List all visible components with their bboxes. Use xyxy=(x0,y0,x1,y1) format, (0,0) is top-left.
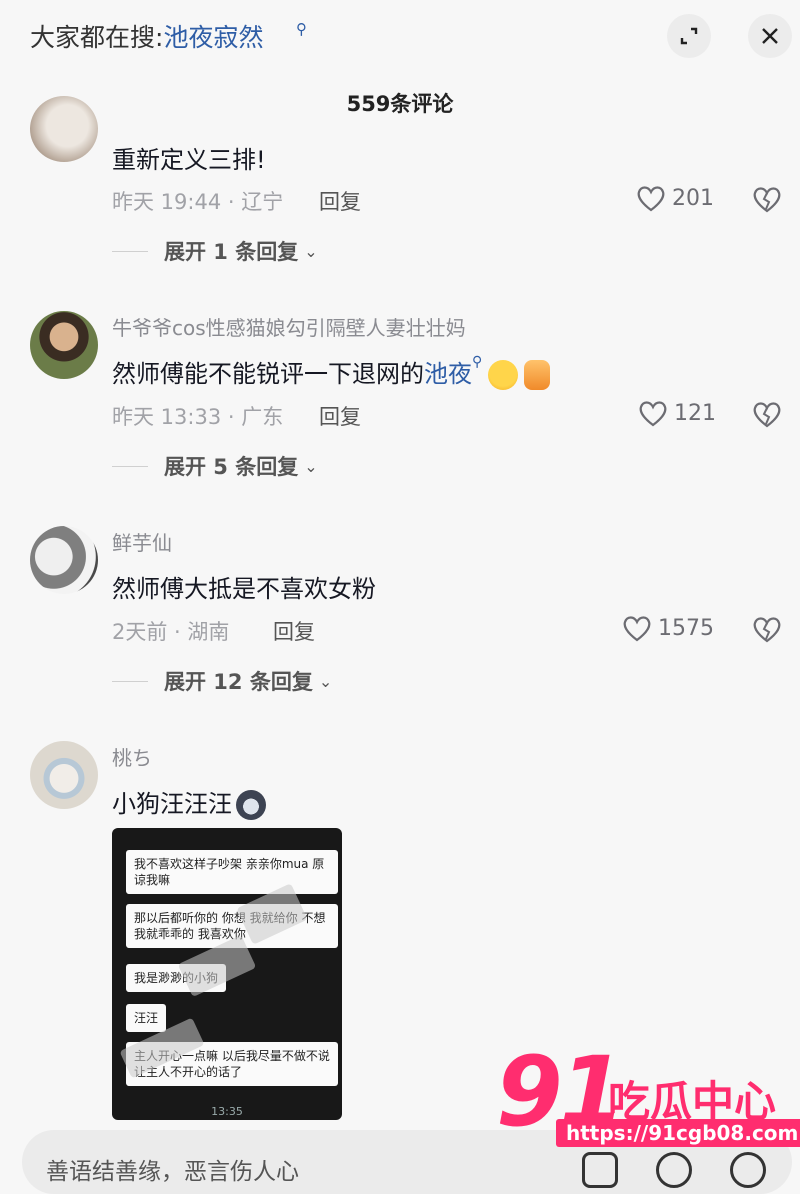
comment-text: 小狗汪汪汪 xyxy=(112,784,266,820)
like-count: 121 xyxy=(674,400,716,426)
comment-input[interactable]: 善语结善缘，恶言伤人心 xyxy=(46,1152,299,1186)
emoji-icon[interactable] xyxy=(730,1152,766,1188)
avatar[interactable] xyxy=(30,96,98,162)
like-count: 201 xyxy=(672,185,714,211)
trending-search-label: 大家都在搜: xyxy=(30,23,164,52)
avatar[interactable] xyxy=(30,741,98,809)
comment-meta: 昨天 13:33 · 广东 xyxy=(112,405,284,429)
expand-replies-label: 展开 1 条回复 xyxy=(164,240,299,264)
laughing-emoji-icon xyxy=(488,360,519,390)
expand-replies[interactable]: 展开 5 条回复 ⌄ xyxy=(112,451,318,481)
avatar[interactable] xyxy=(30,311,98,379)
like-button[interactable]: 201 xyxy=(636,184,714,212)
avatar[interactable] xyxy=(30,526,98,594)
comment-text: 然师傅大抵是不喜欢女粉 xyxy=(112,575,376,603)
chat-timestamp: 13:35 xyxy=(211,1105,243,1118)
expand-replies[interactable]: 展开 1 条回复 ⌄ xyxy=(112,236,318,266)
like-button[interactable]: 1575 xyxy=(622,614,714,642)
chevron-down-icon: ⌄ xyxy=(304,241,318,261)
image-icon[interactable] xyxy=(582,1152,618,1188)
chevron-down-icon: ⌄ xyxy=(304,456,318,476)
trending-search[interactable]: 大家都在搜:池夜寂然 xyxy=(30,18,263,54)
username[interactable]: 鲜芋仙 xyxy=(112,527,172,556)
expand-replies-label: 展开 12 条回复 xyxy=(164,670,313,694)
username[interactable]: 桃ち xyxy=(112,742,152,771)
reply-button[interactable]: 回复 xyxy=(273,616,315,646)
dog-emoji-icon xyxy=(236,790,266,820)
broken-heart-icon xyxy=(753,617,781,643)
watermark-url: https://91cgb08.com xyxy=(556,1119,800,1147)
dislike-button[interactable] xyxy=(752,400,782,432)
comment-count: 559条评论 xyxy=(346,92,454,116)
username[interactable]: 牛爷爷cos性感猫娘勾引隔壁人妻壮壮妈 xyxy=(112,312,466,341)
broken-heart-icon xyxy=(753,187,781,213)
comment-meta: 2天前 · 湖南 xyxy=(112,620,230,644)
expand-replies[interactable]: 展开 12 条回复 ⌄ xyxy=(112,666,332,696)
reply-button[interactable]: 回复 xyxy=(319,186,361,216)
heart-icon xyxy=(639,401,667,427)
thumbs-up-emoji-icon xyxy=(524,360,551,390)
comment-text: 重新定义三排! xyxy=(112,146,266,174)
expand-replies-label: 展开 5 条回复 xyxy=(164,455,299,479)
expand-button[interactable] xyxy=(667,14,711,58)
comment-text-main: 小狗汪汪汪 xyxy=(112,790,232,818)
trending-search-query[interactable]: 池夜寂然 xyxy=(163,23,263,52)
comment-text: 然师傅能不能锐评一下退网的池夜⚲ xyxy=(112,354,551,390)
divider xyxy=(112,465,148,467)
chat-bubble: 我不喜欢这样子吵架 亲亲你mua 原谅我嘛 xyxy=(126,850,338,894)
close-button[interactable] xyxy=(748,14,792,58)
heart-icon xyxy=(637,186,665,212)
dislike-button[interactable] xyxy=(752,615,782,647)
dislike-button[interactable] xyxy=(752,185,782,217)
like-button[interactable]: 121 xyxy=(638,399,716,427)
top-bar: 大家都在搜:池夜寂然 ⚲ xyxy=(0,0,800,72)
expand-icon xyxy=(680,27,698,45)
comment-meta: 昨天 19:44 · 辽宁 xyxy=(112,190,284,214)
like-count: 1575 xyxy=(658,615,714,641)
divider xyxy=(112,250,148,252)
chevron-down-icon: ⌄ xyxy=(318,671,333,691)
chat-bubble: 汪汪 xyxy=(126,1004,167,1032)
mention-icon[interactable] xyxy=(656,1152,692,1188)
close-icon xyxy=(762,28,778,44)
chat-screenshot-image[interactable]: 我不喜欢这样子吵架 亲亲你mua 原谅我嘛 那以后都听你的 你想 我就给你 不想… xyxy=(112,828,342,1120)
reply-button[interactable]: 回复 xyxy=(319,401,361,431)
comment-text-main: 然师傅能不能锐评一下退网的 xyxy=(112,360,424,388)
heart-icon xyxy=(623,616,651,642)
broken-heart-icon xyxy=(753,402,781,428)
search-icon: ⚲ xyxy=(296,20,307,38)
search-icon: ⚲ xyxy=(472,354,483,370)
comment-search-link[interactable]: 池夜 xyxy=(424,360,472,388)
divider xyxy=(112,680,148,682)
